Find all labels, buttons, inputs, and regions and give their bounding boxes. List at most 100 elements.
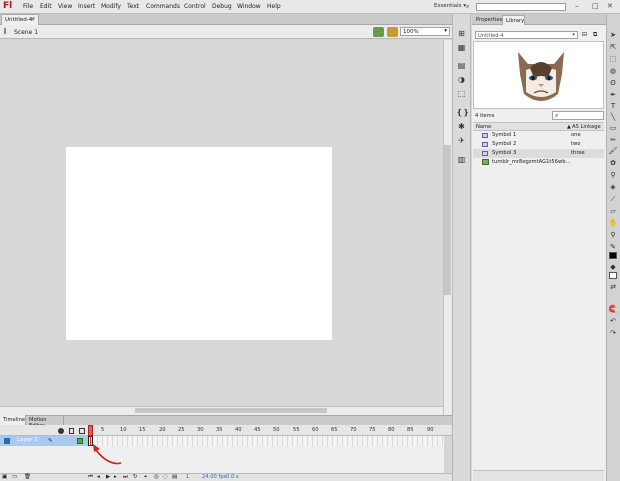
pen-tool-icon[interactable]: ✒ (607, 90, 619, 100)
current-frame[interactable]: 1 (186, 474, 189, 480)
library-search-input[interactable]: ⌕ (552, 111, 604, 120)
tab-motion-editor[interactable]: Motion Editor (26, 415, 64, 429)
zoom-tool-icon[interactable]: ⚲ (607, 230, 619, 240)
close-tab-icon[interactable]: × (30, 17, 35, 23)
library-item[interactable]: tumblr_mr8egzmtAG1t56wb... (473, 158, 604, 167)
playhead[interactable] (88, 425, 93, 436)
new-layer-icon[interactable]: ▣ (2, 474, 7, 480)
go-to-first-frame-icon[interactable]: ⏮ (88, 474, 93, 481)
library-item[interactable]: Symbol 1 one (473, 131, 604, 140)
eye-icon[interactable] (58, 428, 64, 434)
layer-color-swatch[interactable] (77, 438, 83, 444)
column-name[interactable]: Name (476, 124, 491, 130)
3d-rotation-tool-icon[interactable]: ◍ (607, 66, 619, 76)
eyedropper-tool-icon[interactable]: ⟋ (607, 194, 619, 204)
align-panel-icon[interactable]: ⊞ (456, 28, 467, 39)
components-panel-icon[interactable]: ✱ (456, 121, 467, 132)
menu-file[interactable]: File (23, 3, 33, 10)
smooth-icon[interactable]: ↶ (607, 316, 619, 326)
new-folder-icon[interactable]: ▭ (12, 474, 17, 480)
text-tool-icon[interactable]: T (607, 101, 619, 111)
paint-bucket-tool-icon[interactable]: ◈ (607, 182, 619, 192)
frames-row[interactable] (88, 436, 444, 446)
swap-colors-icon[interactable]: ⇄ (607, 282, 619, 292)
workspace-switcher[interactable]: Essentials ▾ (434, 3, 466, 9)
brush-tool-icon[interactable]: 🖌 (607, 146, 619, 156)
maximize-button[interactable]: □ (592, 2, 599, 10)
tab-library[interactable]: Library (502, 15, 525, 25)
color-panel-icon[interactable]: ◑ (456, 74, 467, 85)
line-tool-icon[interactable]: ╲ (607, 112, 619, 122)
document-tab[interactable]: Untitled-4* × (1, 14, 39, 25)
edit-multiple-frames-icon[interactable]: ▤ (172, 474, 177, 480)
pencil-tool-icon[interactable]: ✏ (607, 135, 619, 145)
delete-layer-icon[interactable]: 🗑 (24, 474, 31, 480)
transform-panel-icon[interactable]: ⬚ (456, 88, 467, 99)
help-search-input[interactable] (476, 3, 566, 11)
straighten-icon[interactable]: ↷ (607, 328, 619, 338)
horizontal-scroll-thumb[interactable] (135, 408, 327, 413)
pin-icon[interactable]: ⊟ (582, 31, 587, 38)
free-transform-tool-icon[interactable]: ⬚ (607, 54, 619, 64)
library-document-select[interactable]: Untitled-4 ▾ (475, 31, 578, 39)
history-panel-icon[interactable]: ▥ (456, 154, 467, 165)
lasso-tool-icon[interactable]: ʘ (607, 78, 619, 88)
frame-rate[interactable]: 24.00 fps (202, 474, 226, 480)
edit-scene-icon[interactable] (373, 27, 384, 37)
selection-tool-icon[interactable]: ➤ (607, 30, 619, 40)
bone-tool-icon[interactable]: ⚲ (607, 170, 619, 180)
fill-color-icon[interactable]: ◆ (607, 262, 619, 272)
info-panel-icon[interactable]: ▦ (456, 42, 467, 53)
subselection-tool-icon[interactable]: ⇱ (607, 42, 619, 52)
stroke-color-icon[interactable]: ✎ (607, 242, 619, 252)
library-document-value: Untitled-4 (478, 33, 504, 39)
step-back-icon[interactable]: ◂ (97, 474, 100, 480)
stage[interactable] (66, 147, 332, 340)
eraser-tool-icon[interactable]: ▱ (607, 206, 619, 216)
swatches-panel-icon[interactable]: ▤ (456, 60, 467, 71)
menu-commands[interactable]: Commands (146, 3, 180, 10)
layer-name[interactable]: Layer 1 (17, 437, 38, 443)
fill-color-swatch[interactable] (609, 272, 617, 279)
close-window-button[interactable]: ✕ (607, 2, 613, 10)
step-forward-icon[interactable]: ▸ (114, 474, 117, 480)
menu-debug[interactable]: Debug (212, 3, 232, 10)
layer-row[interactable] (0, 436, 88, 446)
outline-icon[interactable] (79, 428, 85, 434)
onion-outline-icon[interactable]: ◌ (163, 474, 168, 480)
play-icon[interactable]: ▶ (106, 474, 110, 480)
hand-tool-icon[interactable]: ✋ (607, 218, 619, 228)
edit-symbols-icon[interactable] (387, 27, 398, 37)
back-arrow-icon[interactable] (4, 28, 11, 34)
menu-view[interactable]: View (58, 3, 72, 10)
motion-presets-icon[interactable]: ✈ (456, 135, 467, 146)
center-frame-icon[interactable]: ⌖ (144, 474, 147, 481)
loop-icon[interactable]: ↻ (133, 474, 138, 480)
onion-skin-icon[interactable]: ◎ (154, 474, 159, 480)
deco-tool-icon[interactable]: ✿ (607, 158, 619, 168)
tab-timeline[interactable]: Timeline (0, 415, 26, 425)
frame-mark: 65 (331, 427, 338, 433)
vertical-scroll-thumb[interactable] (444, 145, 451, 295)
menu-help[interactable]: Help (267, 3, 281, 10)
new-library-panel-icon[interactable]: ⧉ (593, 31, 597, 39)
zoom-select[interactable]: 100% ▾ (400, 27, 450, 36)
menu-edit[interactable]: Edit (40, 3, 52, 10)
tab-properties[interactable]: Properties (473, 15, 502, 25)
code-snippets-icon[interactable]: ❴❵ (456, 107, 469, 118)
column-linkage[interactable]: AS Linkage (572, 124, 601, 130)
library-item[interactable]: Symbol 2 two (473, 140, 604, 149)
snap-to-objects-icon[interactable]: 🧲 (607, 304, 619, 314)
rectangle-tool-icon[interactable]: ▭ (607, 123, 619, 133)
stroke-color-swatch[interactable] (609, 252, 617, 259)
sort-icon[interactable]: ▲ (567, 124, 571, 130)
menu-control[interactable]: Control (184, 3, 206, 10)
go-to-last-frame-icon[interactable]: ⏭ (123, 474, 128, 481)
menu-modify[interactable]: Modify (101, 3, 121, 10)
minimize-button[interactable]: – (575, 2, 579, 10)
lock-icon[interactable] (69, 428, 74, 434)
menu-text[interactable]: Text (127, 3, 139, 10)
menu-insert[interactable]: Insert (78, 3, 95, 10)
menu-window[interactable]: Window (237, 3, 261, 10)
library-item-selected[interactable]: Symbol 3 three (473, 149, 604, 158)
